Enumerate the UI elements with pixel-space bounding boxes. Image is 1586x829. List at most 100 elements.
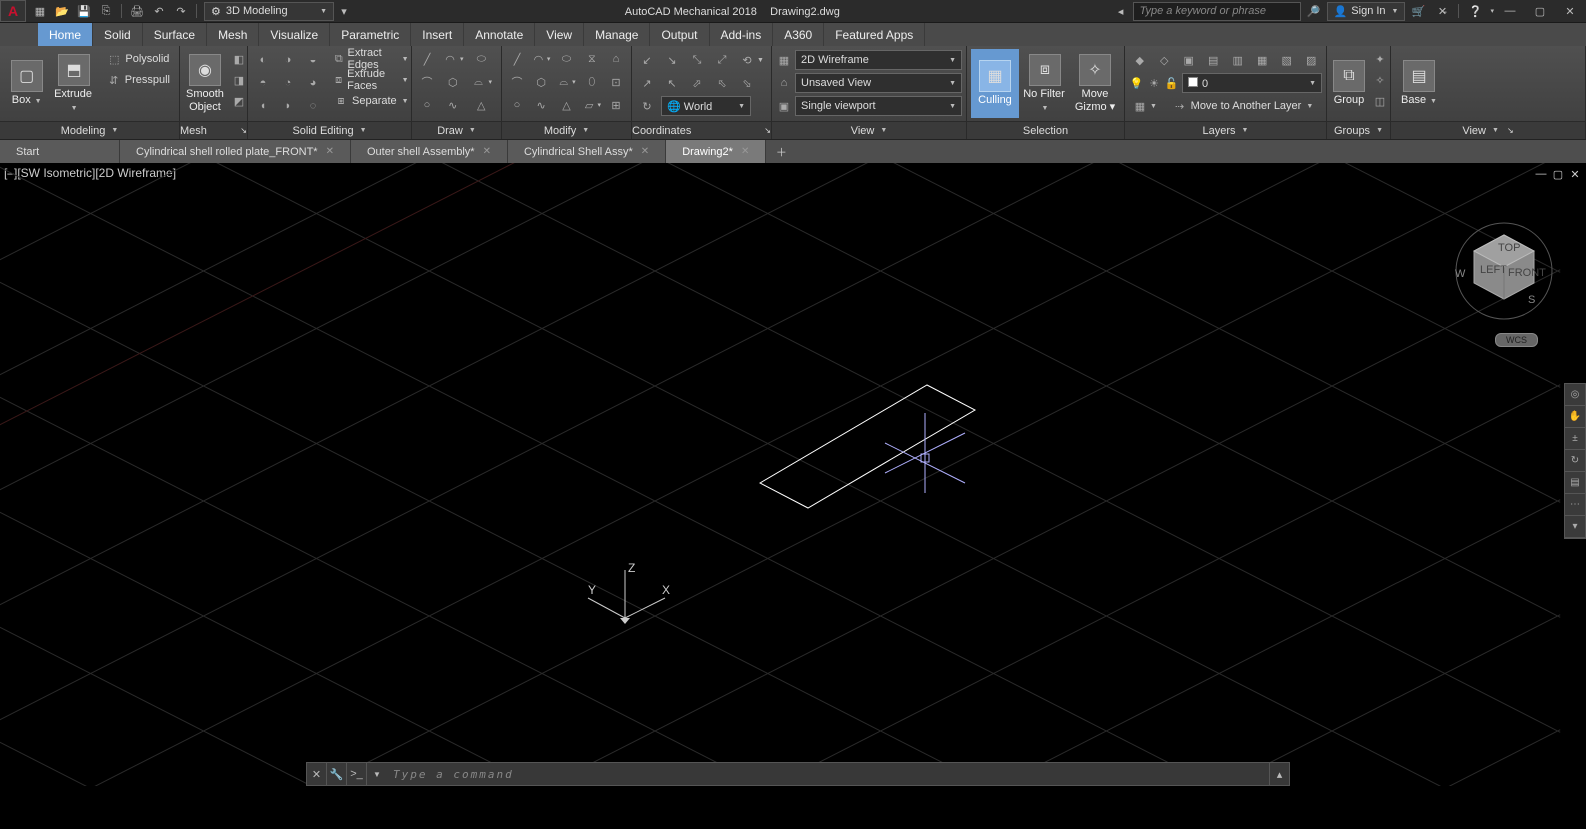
co-2[interactable]: ⤡ <box>686 50 708 70</box>
se-6[interactable]: ◕ <box>302 73 324 93</box>
menu-tab-mesh[interactable]: Mesh <box>207 23 259 46</box>
draw-tool-8[interactable]: △ <box>468 95 496 115</box>
help-icon[interactable]: ❔ <box>1464 2 1486 21</box>
modify-tool-0[interactable]: ╱ <box>506 49 528 69</box>
layer-tool-5[interactable]: ▦ <box>1252 50 1274 70</box>
tab-close-icon[interactable]: ✕ <box>483 146 491 157</box>
grp-2[interactable]: ✧ <box>1369 70 1391 90</box>
file-tab[interactable]: Start <box>0 140 120 163</box>
draw-tool-1[interactable]: ⌒ <box>416 72 438 92</box>
exchange-icon[interactable]: 🛒 <box>1407 2 1429 21</box>
qat-save-icon[interactable]: 💾 <box>74 2 94 20</box>
menu-tab-insert[interactable]: Insert <box>411 23 464 46</box>
modify-tool-10[interactable]: ⬯ <box>580 72 604 92</box>
draw-tool-7[interactable]: ⌓▾ <box>468 72 496 92</box>
qat-new-icon[interactable]: ▦ <box>30 2 50 20</box>
maximize-button[interactable]: ▢ <box>1526 0 1554 22</box>
menu-tab-featured-apps[interactable]: Featured Apps <box>824 23 925 46</box>
panel-title-view[interactable]: View▼ <box>772 121 966 139</box>
modify-tool-8[interactable]: △ <box>554 95 578 115</box>
panel-title-coordinates[interactable]: Coordinates↘ <box>632 121 771 139</box>
minimize-button[interactable]: — <box>1496 0 1524 22</box>
se-9[interactable]: ◌ <box>302 96 324 116</box>
saved-view-dropdown[interactable]: Unsaved View▼ <box>795 73 962 93</box>
grp-3[interactable]: ◫ <box>1369 91 1391 111</box>
modify-tool-3[interactable]: ◠▾ <box>529 49 553 69</box>
drawing-canvas[interactable]: [–][SW Isometric][2D Wireframe] — ▢ ✕ Z … <box>0 163 1586 786</box>
modify-tool-13[interactable]: ⊡ <box>605 72 627 92</box>
mesh-more-2[interactable]: ◨ <box>228 70 250 90</box>
menu-tab-solid[interactable]: Solid <box>93 23 143 46</box>
co-4[interactable]: ↗ <box>636 73 658 93</box>
wcs-badge[interactable]: WCS <box>1495 333 1538 347</box>
draw-tool-4[interactable]: ⬡ <box>439 72 467 92</box>
menu-tab-visualize[interactable]: Visualize <box>259 23 330 46</box>
qat-redo-icon[interactable]: ↷ <box>171 2 191 20</box>
grp-1[interactable]: ✦ <box>1369 49 1391 69</box>
tab-close-icon[interactable]: ✕ <box>741 146 749 157</box>
binoculars-icon[interactable]: 🔎 <box>1303 2 1325 21</box>
search-prev-icon[interactable]: ◂ <box>1111 2 1131 20</box>
nav-orbit-icon[interactable]: ↻ <box>1565 450 1585 472</box>
qat-undo-icon[interactable]: ↶ <box>149 2 169 20</box>
panel-title-modify[interactable]: Modify▼ <box>502 121 631 139</box>
layer-tool-0[interactable]: ◆ <box>1129 50 1151 70</box>
extract-edges-button[interactable]: ⧉Extract Edges▼ <box>328 49 414 69</box>
nofilter-button[interactable]: ⧈ No Filter ▼ <box>1021 49 1069 118</box>
nav-showmotion-icon[interactable]: ▤ <box>1565 472 1585 494</box>
app-logo[interactable]: A <box>0 0 26 22</box>
cmd-arrow-icon[interactable]: ▼ <box>367 763 387 785</box>
file-tab[interactable]: Outer shell Assembly*✕ <box>351 140 508 163</box>
co-3[interactable]: ⤢ <box>711 50 733 70</box>
layer-tool-7[interactable]: ▨ <box>1301 50 1323 70</box>
modify-tool-2[interactable]: ○ <box>506 95 528 115</box>
cmd-close-icon[interactable]: ✕ <box>307 763 327 785</box>
co-7[interactable]: ↻ <box>636 96 658 116</box>
nav-more-icon[interactable]: ⋯ <box>1565 494 1585 516</box>
draw-tool-5[interactable]: ∿ <box>439 95 467 115</box>
visual-style-dropdown[interactable]: 2D Wireframe▼ <box>795 50 962 70</box>
co-1[interactable]: ↙ <box>636 50 658 70</box>
box-button[interactable]: ▢ Box ▼ <box>4 49 49 118</box>
file-tab[interactable]: Cylindrical shell rolled plate_FRONT*✕ <box>120 140 351 163</box>
layer-tool-6[interactable]: ▧ <box>1276 50 1298 70</box>
modify-tool-4[interactable]: ⬡ <box>529 72 553 92</box>
modify-tool-12[interactable]: ⌂ <box>605 49 627 69</box>
menu-tab-manage[interactable]: Manage <box>584 23 650 46</box>
draw-tool-3[interactable]: ◠▾ <box>439 49 467 69</box>
se-2[interactable]: ◑ <box>277 50 299 70</box>
world-dropdown[interactable]: 🌐 World▼ <box>661 96 751 116</box>
panel-title-groups[interactable]: Groups▼ <box>1327 121 1390 139</box>
file-tab[interactable]: Cylindrical Shell Assy*✕ <box>508 140 666 163</box>
layer-c1[interactable]: ▦▼ <box>1129 96 1160 116</box>
layer-tool-3[interactable]: ▤ <box>1203 50 1225 70</box>
layer-dropdown[interactable]: 0▼ <box>1182 73 1322 93</box>
co-5[interactable]: ⬀ <box>686 73 708 93</box>
draw-tool-0[interactable]: ╱ <box>416 49 438 69</box>
panel-title-layers[interactable]: Layers▼ <box>1125 121 1326 139</box>
move-layer-button[interactable]: ⇢Move to Another Layer▼ <box>1163 96 1322 116</box>
modify-tool-6[interactable]: ⬭ <box>554 49 578 69</box>
menu-tab-surface[interactable]: Surface <box>143 23 207 46</box>
tab-close-icon[interactable]: ✕ <box>326 146 334 157</box>
se-8[interactable]: ◗ <box>277 96 299 116</box>
culling-button[interactable]: ▦ Culling <box>971 49 1019 118</box>
se-5[interactable]: ◔ <box>277 73 299 93</box>
nav-collapse-icon[interactable]: ▾ <box>1565 516 1585 538</box>
modify-tool-14[interactable]: ⊞ <box>605 95 627 115</box>
modify-tool-1[interactable]: ⌒ <box>506 72 528 92</box>
command-input[interactable]: Type a command <box>387 768 1269 781</box>
co-1b[interactable]: ↘ <box>661 50 683 70</box>
qat-open-icon[interactable]: 📂 <box>52 2 72 20</box>
menu-tab-a360[interactable]: A360 <box>773 23 824 46</box>
extrude-button[interactable]: ⬒ Extrude ▼ <box>51 49 96 118</box>
file-tab[interactable]: Drawing2*✕ <box>666 140 766 163</box>
close-button[interactable]: ✕ <box>1556 0 1584 22</box>
workspace-dropdown[interactable]: ⚙ 3D Modeling ▼ <box>204 2 334 21</box>
modify-tool-11[interactable]: ▱▾ <box>580 95 604 115</box>
mesh-more-3[interactable]: ◩ <box>228 91 250 111</box>
separate-button[interactable]: ⧆Separate▼ <box>328 91 414 111</box>
polysolid-button[interactable]: ⬚Polysolid <box>101 49 175 69</box>
new-tab-button[interactable]: ＋ <box>766 140 796 163</box>
mesh-more-1[interactable]: ◧ <box>228 49 250 69</box>
